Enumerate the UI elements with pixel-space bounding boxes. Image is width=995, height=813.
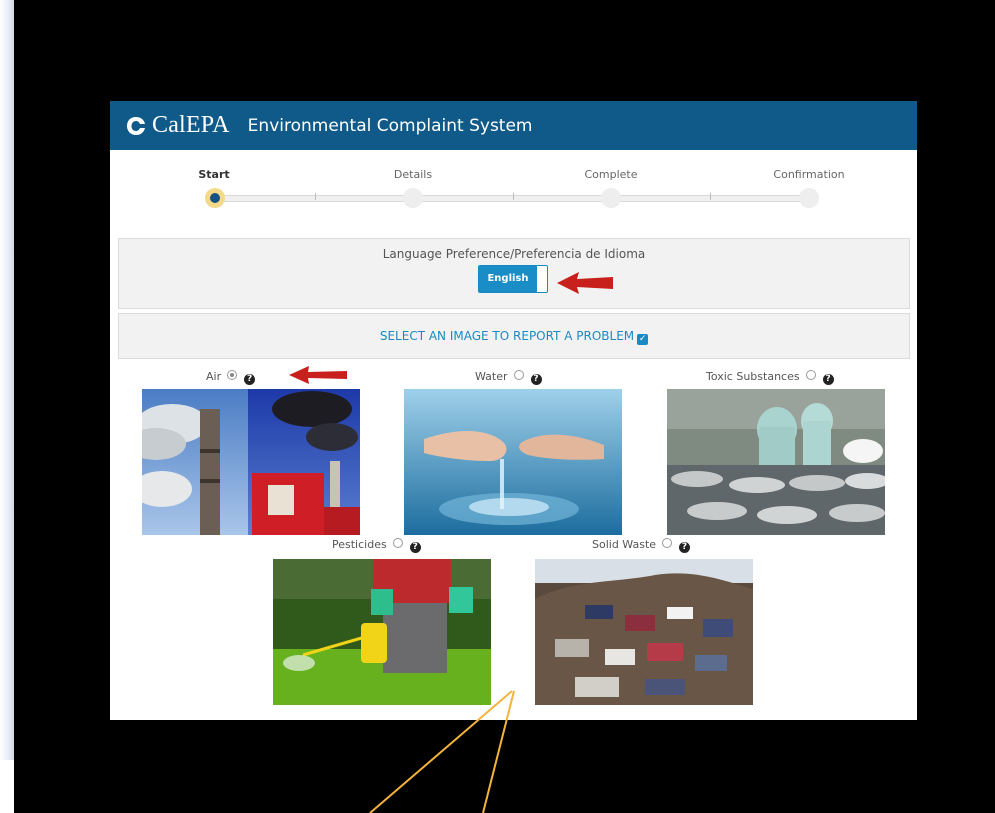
annotation-callout-lines xyxy=(369,690,515,813)
